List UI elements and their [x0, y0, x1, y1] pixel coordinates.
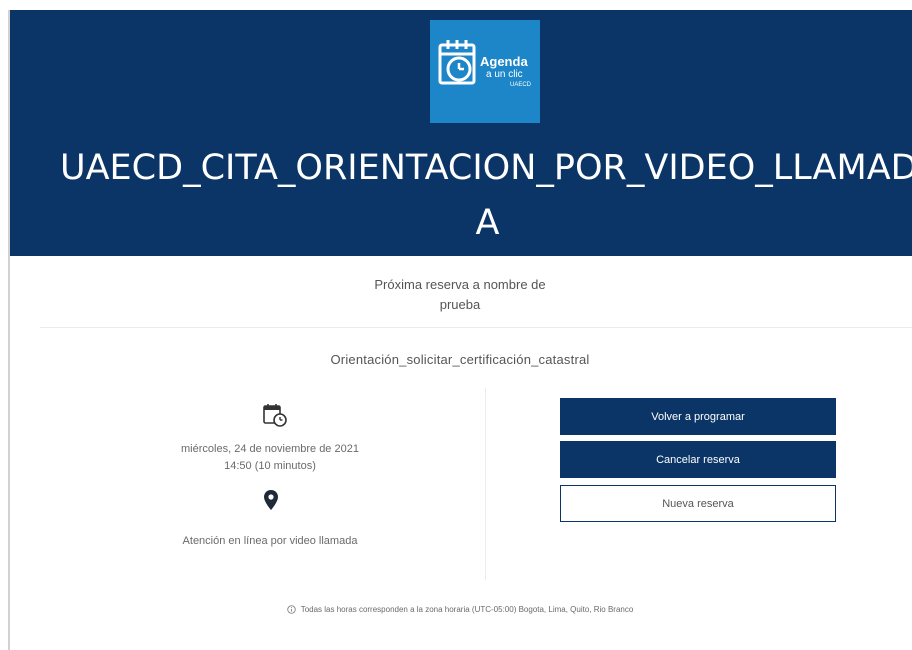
booking-datetime: miércoles, 24 de noviembre de 2021 14:50… [140, 441, 400, 475]
timezone-text: Todas las horas corresponden a la zona h… [300, 605, 634, 614]
booking-page: Agenda a un clic UAECD UAECD_CITA_ORIENT… [8, 10, 912, 650]
service-name: Orientación_solicitar_certificación_cata… [330, 352, 590, 367]
timezone-note: Todas las horas corresponden a la zona h… [160, 605, 760, 614]
booking-date: miércoles, 24 de noviembre de 2021 [181, 443, 359, 455]
horizontal-divider [40, 327, 912, 328]
booking-location: Atención en línea por video llamada [182, 535, 358, 547]
service-title-line1: UAECD_CITA_ORIENTACION_POR_VIDEO_LLAMAD [60, 148, 912, 188]
agenda-logo: Agenda a un clic UAECD [430, 20, 540, 123]
service-title: UAECD_CITA_ORIENTACION_POR_VIDEO_LLAMAD … [10, 145, 912, 255]
map-pin-icon [264, 490, 278, 510]
page-header: Agenda a un clic UAECD UAECD_CITA_ORIENT… [10, 10, 912, 256]
logo-text-uaecd: UAECD [510, 82, 532, 88]
service-title-line2: A [475, 203, 500, 243]
vertical-divider [485, 388, 486, 580]
logo-text-agenda: Agenda [480, 54, 528, 69]
calendar-clock-icon [263, 404, 287, 427]
new-booking-button[interactable]: Nueva reserva [560, 485, 836, 522]
next-booking-label: Próxima reserva a nombre de prueba [310, 275, 610, 315]
booking-time: 14:50 (10 minutos) [224, 460, 316, 472]
next-booking-name: prueba [439, 297, 481, 312]
info-circle-icon [287, 605, 296, 614]
calendar-clock-icon [438, 40, 476, 85]
reschedule-button[interactable]: Volver a programar [560, 398, 836, 435]
next-booking-line1: Próxima reserva a nombre de [374, 277, 546, 292]
cancel-booking-button[interactable]: Cancelar reserva [560, 441, 836, 478]
logo-text-a-un-clic: a un clic [486, 69, 523, 80]
